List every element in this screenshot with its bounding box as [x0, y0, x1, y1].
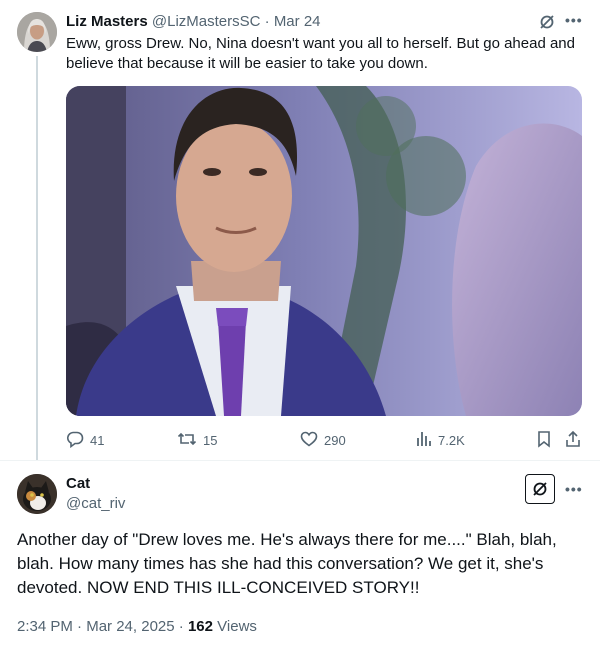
tweet-header: Liz Masters @LizMastersSC · Mar 24	[66, 12, 321, 32]
like-button[interactable]: 290	[300, 430, 346, 451]
tweet-meta: 2:34 PM · Mar 24, 2025 · 162 Views	[17, 618, 257, 635]
author-name[interactable]: Cat	[66, 474, 90, 494]
more-icon[interactable]: •••	[565, 12, 583, 28]
tweet-text: Eww, gross Drew. No, Nina doesn't want y…	[66, 35, 575, 72]
views-label: Views	[217, 618, 257, 635]
tweet-divider	[0, 460, 600, 461]
grok-icon[interactable]	[538, 13, 556, 31]
repost-count: 15	[203, 433, 218, 448]
author-name[interactable]: Liz Masters	[66, 13, 148, 30]
tweet-date[interactable]: Mar 24	[274, 13, 321, 30]
grok-button[interactable]	[525, 474, 555, 504]
tweet-actions: 41 15 290 7.2K	[66, 430, 586, 452]
reply-button[interactable]: 41	[66, 430, 104, 451]
like-count: 290	[324, 433, 346, 448]
author-handle[interactable]: @LizMastersSC	[152, 13, 261, 30]
views-count: 162	[187, 618, 213, 635]
more-icon[interactable]: •••	[565, 481, 583, 497]
share-icon	[564, 430, 588, 451]
avatar-cat[interactable]	[17, 474, 57, 514]
bookmark-icon	[536, 430, 558, 451]
grok-icon	[531, 480, 549, 498]
tweet-time[interactable]: 2:34 PM	[17, 618, 73, 635]
repost-button[interactable]: 15	[177, 430, 217, 451]
bookmark-button[interactable]	[536, 430, 558, 451]
tweet-liz-masters[interactable]: Liz Masters @LizMastersSC · Mar 24 ••• E…	[0, 0, 600, 460]
tweet-image[interactable]	[66, 86, 582, 416]
tweet-date[interactable]: Mar 24, 2025	[86, 618, 174, 635]
avatar-liz-masters[interactable]	[17, 12, 57, 52]
views-count: 7.2K	[438, 433, 465, 448]
separator-dot: ·	[264, 13, 270, 30]
views-button[interactable]: 7.2K	[416, 430, 465, 451]
reply-count: 41	[90, 433, 105, 448]
tweet-text: Another day of "Drew loves me. He's alwa…	[17, 530, 557, 597]
reply-icon	[66, 430, 90, 451]
share-button[interactable]	[564, 430, 588, 451]
thread-line	[36, 56, 38, 460]
author-handle[interactable]: @cat_riv	[66, 494, 125, 514]
views-icon	[416, 430, 438, 451]
like-icon	[300, 430, 324, 451]
repost-icon	[177, 430, 203, 451]
